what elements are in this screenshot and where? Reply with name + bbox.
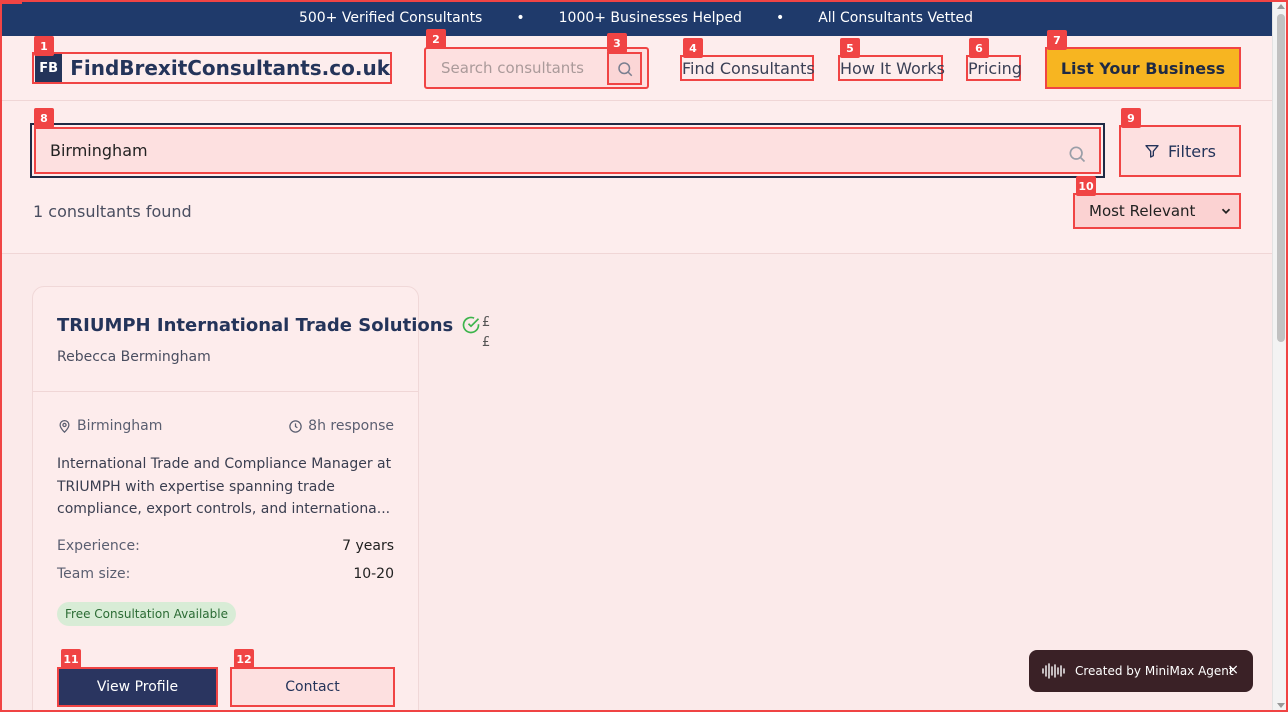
main-search-input[interactable] — [36, 129, 1099, 172]
marker-2: 2 — [426, 29, 446, 49]
marker-7: 7 — [1047, 30, 1067, 50]
logo-mark: FB — [35, 54, 63, 82]
price-symbol: £ — [482, 335, 491, 350]
consultant-location: Birmingham — [57, 418, 162, 434]
close-icon[interactable]: × — [1227, 662, 1239, 678]
location-text: Birmingham — [77, 418, 163, 434]
marker-9: 9 — [1121, 108, 1141, 128]
consultant-card: TRIUMPH International Trade Solutions £ … — [32, 286, 490, 712]
nav-pricing[interactable]: Pricing — [966, 55, 1022, 81]
nav-find-consultants[interactable]: Find Consultants — [680, 55, 815, 81]
banner-item-consultants: 500+ Verified Consultants — [298, 10, 483, 26]
scroll-down-arrow-icon[interactable] — [1277, 703, 1285, 708]
results-count: 1 consultants found — [33, 202, 192, 221]
toast-text: Created by MiniMax Agent — [1075, 664, 1234, 678]
page-scrollbar[interactable] — [1272, 0, 1288, 712]
consultant-contact-name: Rebecca Bermingham — [57, 349, 211, 365]
clock-icon — [289, 419, 302, 433]
response-text: 8h response — [308, 418, 394, 434]
filters-label: Filters — [1168, 141, 1216, 161]
logo-text: FindBrexitConsultants.co.uk — [70, 56, 390, 80]
marker-6: 6 — [969, 38, 989, 58]
banner-separator: • — [516, 10, 525, 26]
main-search-box — [30, 123, 1105, 178]
experience-row: Experience: 7 years — [57, 538, 394, 554]
price-level: £ £ — [482, 313, 492, 353]
banner-separator: • — [775, 10, 785, 26]
consultant-name: TRIUMPH International Trade Solutions — [57, 315, 454, 336]
experience-label: Experience: — [57, 538, 140, 554]
price-symbol: £ — [482, 315, 491, 330]
scroll-up-arrow-icon[interactable] — [1277, 4, 1285, 9]
header-search — [424, 47, 649, 89]
annotation-frame-tab — [0, 0, 22, 4]
minimax-agent-toast: Created by MiniMax Agent × — [1029, 650, 1253, 692]
marker-1: 1 — [34, 36, 54, 56]
card-divider — [33, 391, 418, 392]
marker-10: 10 — [1076, 176, 1096, 196]
marker-3: 3 — [607, 33, 627, 53]
sort-selected-value: Most Relevant — [1089, 202, 1196, 220]
verified-check-icon — [462, 316, 480, 334]
view-profile-button[interactable]: View Profile — [57, 667, 218, 707]
search-icon — [617, 61, 632, 76]
marker-11: 11 — [61, 649, 81, 669]
free-consultation-badge: Free Consultation Available — [57, 602, 236, 626]
team-size-row: Team size: 10-20 — [57, 566, 394, 582]
marker-4: 4 — [683, 38, 703, 58]
contact-button[interactable]: Contact — [230, 667, 395, 707]
marker-12: 12 — [234, 649, 254, 669]
chevron-down-icon — [1221, 208, 1231, 214]
banner-item-vetted: All Consultants Vetted — [818, 10, 974, 26]
site-logo-link[interactable]: FB FindBrexitConsultants.co.uk — [32, 52, 392, 84]
team-size-value: 10-20 — [353, 566, 394, 582]
header-search-input[interactable] — [426, 49, 608, 87]
consultant-response-time: 8h response — [288, 418, 394, 434]
sort-select[interactable]: Most Relevant — [1073, 193, 1241, 229]
banner-item-businesses: 1000+ Businesses Helped — [558, 10, 742, 26]
top-banner: 500+ Verified Consultants • 1000+ Busine… — [0, 0, 1272, 36]
nav-how-it-works[interactable]: How It Works — [838, 55, 945, 81]
scrollbar-thumb[interactable] — [1277, 14, 1285, 342]
marker-8: 8 — [34, 108, 54, 128]
filters-button[interactable]: Filters — [1119, 125, 1241, 177]
main-search-field — [34, 127, 1101, 174]
site-header: FB FindBrexitConsultants.co.uk Find Cons… — [0, 36, 1272, 101]
marker-5: 5 — [840, 38, 860, 58]
consultant-description: International Trade and Compliance Manag… — [57, 456, 392, 517]
header-search-button[interactable] — [607, 52, 642, 85]
map-pin-icon — [59, 419, 70, 433]
experience-value: 7 years — [342, 538, 394, 554]
team-size-label: Team size: — [57, 566, 131, 582]
list-your-business-button[interactable]: List Your Business — [1045, 47, 1241, 89]
waveform-icon — [1042, 663, 1065, 679]
search-icon — [1069, 146, 1086, 163]
filter-icon — [1145, 145, 1159, 158]
